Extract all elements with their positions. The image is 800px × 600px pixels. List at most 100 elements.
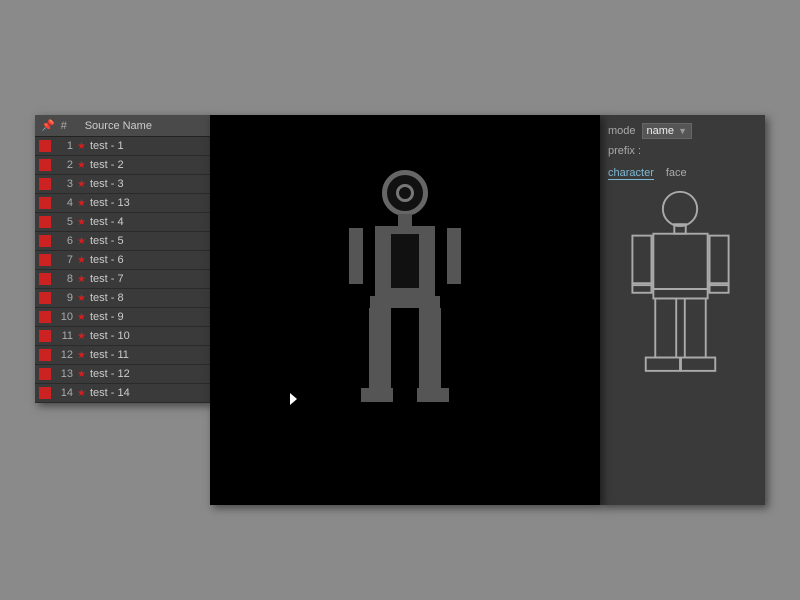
item-number: 9 <box>55 292 73 304</box>
item-star-icon: ★ <box>77 274 86 285</box>
item-number: 7 <box>55 254 73 266</box>
left-panel-header: 📌 # Source Name <box>35 115 210 137</box>
robot-foot-left <box>361 388 393 402</box>
item-star-icon: ★ <box>77 312 86 323</box>
item-star-icon: ★ <box>77 236 86 247</box>
list-item[interactable]: 10 ★ test - 9 <box>35 308 210 327</box>
list-item[interactable]: 7 ★ test - 6 <box>35 251 210 270</box>
list-item[interactable]: 13 ★ test - 12 <box>35 365 210 384</box>
robot-waist <box>370 296 440 308</box>
list-item[interactable]: 8 ★ test - 7 <box>35 270 210 289</box>
mode-dropdown[interactable]: name ▼ <box>642 123 692 139</box>
item-number: 3 <box>55 178 73 190</box>
item-color-box <box>39 330 51 342</box>
item-color-box <box>39 387 51 399</box>
header-hash: # <box>61 120 79 132</box>
item-name: test - 14 <box>90 387 130 399</box>
item-number: 10 <box>55 311 73 323</box>
robot-leg-left <box>369 308 391 388</box>
prefix-row: prefix : <box>608 145 757 157</box>
robot-torso-inner <box>391 234 419 288</box>
list-item[interactable]: 9 ★ test - 8 <box>35 289 210 308</box>
item-number: 11 <box>55 330 73 342</box>
item-color-box <box>39 178 51 190</box>
robot-arm-right <box>447 228 461 284</box>
item-star-icon: ★ <box>77 388 86 399</box>
item-name: test - 8 <box>90 292 124 304</box>
item-star-icon: ★ <box>77 141 86 152</box>
main-container: 📌 # Source Name 1 ★ test - 1 2 ★ test - … <box>35 115 765 505</box>
item-name: test - 12 <box>90 368 130 380</box>
list-item[interactable]: 12 ★ test - 11 <box>35 346 210 365</box>
list-item[interactable]: 6 ★ test - 5 <box>35 232 210 251</box>
robot-head-inner <box>396 184 414 202</box>
mode-label: mode <box>608 125 636 137</box>
item-star-icon: ★ <box>77 350 86 361</box>
item-star-icon: ★ <box>77 369 86 380</box>
item-number: 14 <box>55 387 73 399</box>
item-star-icon: ★ <box>77 179 86 190</box>
robot-foot-right <box>417 388 449 402</box>
item-number: 6 <box>55 235 73 247</box>
cursor-icon <box>290 393 297 405</box>
dropdown-arrow-icon: ▼ <box>678 126 687 136</box>
item-name: test - 4 <box>90 216 124 228</box>
item-name: test - 7 <box>90 273 124 285</box>
tab-face[interactable]: face <box>666 167 687 180</box>
item-name: test - 13 <box>90 197 130 209</box>
robot-neck <box>398 214 412 226</box>
robot-head <box>382 170 428 216</box>
item-color-box <box>39 292 51 304</box>
item-color-box <box>39 216 51 228</box>
tabs-row: character face <box>608 167 757 180</box>
item-number: 4 <box>55 197 73 209</box>
item-name: test - 11 <box>90 349 129 361</box>
list-item[interactable]: 11 ★ test - 10 <box>35 327 210 346</box>
list-item[interactable]: 1 ★ test - 1 <box>35 137 210 156</box>
item-number: 1 <box>55 140 73 152</box>
left-panel: 📌 # Source Name 1 ★ test - 1 2 ★ test - … <box>35 115 210 403</box>
item-number: 2 <box>55 159 73 171</box>
robot-figure <box>345 170 465 430</box>
item-number: 8 <box>55 273 73 285</box>
source-list: 1 ★ test - 1 2 ★ test - 2 3 ★ test - 3 4… <box>35 137 210 403</box>
item-name: test - 10 <box>90 330 130 342</box>
list-item[interactable]: 2 ★ test - 2 <box>35 156 210 175</box>
item-star-icon: ★ <box>77 198 86 209</box>
item-color-box <box>39 349 51 361</box>
item-color-box <box>39 273 51 285</box>
list-item[interactable]: 3 ★ test - 3 <box>35 175 210 194</box>
item-number: 13 <box>55 368 73 380</box>
item-color-box <box>39 159 51 171</box>
prefix-label: prefix : <box>608 145 641 157</box>
center-panel <box>210 115 600 505</box>
item-color-box <box>39 235 51 247</box>
robot-torso <box>375 226 435 296</box>
item-star-icon: ★ <box>77 160 86 171</box>
item-color-box <box>39 197 51 209</box>
item-star-icon: ★ <box>77 255 86 266</box>
mode-row: mode name ▼ <box>608 123 757 139</box>
item-color-box <box>39 368 51 380</box>
item-color-box <box>39 140 51 152</box>
item-color-box <box>39 254 51 266</box>
item-number: 5 <box>55 216 73 228</box>
list-item[interactable]: 4 ★ test - 13 <box>35 194 210 213</box>
item-name: test - 3 <box>90 178 124 190</box>
item-star-icon: ★ <box>77 217 86 228</box>
header-source-name: Source Name <box>85 120 152 132</box>
item-star-icon: ★ <box>77 293 86 304</box>
robot-arm-left <box>349 228 363 284</box>
item-name: test - 9 <box>90 311 124 323</box>
item-color-box <box>39 311 51 323</box>
tab-character[interactable]: character <box>608 167 654 180</box>
pin-icon: 📌 <box>41 119 55 132</box>
item-name: test - 6 <box>90 254 124 266</box>
item-name: test - 2 <box>90 159 124 171</box>
list-item[interactable]: 14 ★ test - 14 <box>35 384 210 403</box>
item-star-icon: ★ <box>77 331 86 342</box>
robot-leg-right <box>419 308 441 388</box>
list-item[interactable]: 5 ★ test - 4 <box>35 213 210 232</box>
right-panel: mode name ▼ prefix : character face <box>600 115 765 505</box>
character-outline-svg <box>608 188 753 388</box>
